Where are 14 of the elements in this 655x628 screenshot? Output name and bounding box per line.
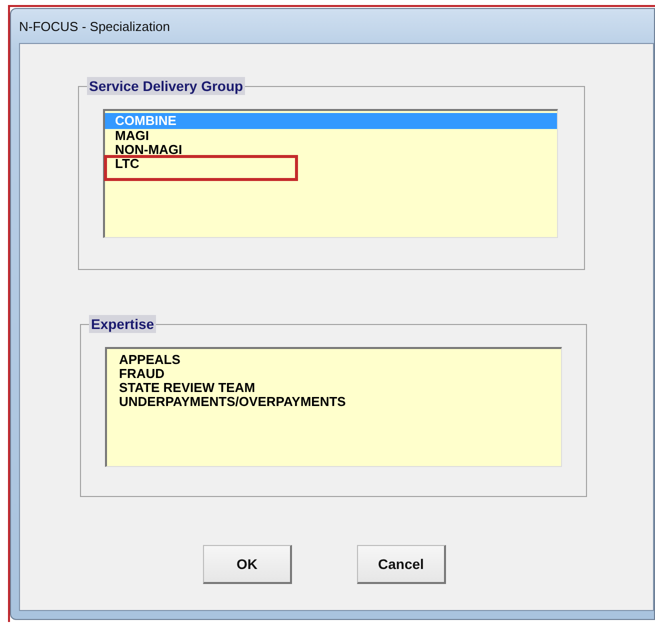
list-item[interactable]: FRAUD: [107, 367, 561, 381]
list-item[interactable]: NON-MAGI: [105, 143, 557, 157]
list-item[interactable]: LTC: [105, 157, 557, 171]
list-item[interactable]: STATE REVIEW TEAM: [107, 381, 561, 395]
ok-button[interactable]: OK: [203, 545, 292, 584]
list-item[interactable]: APPEALS: [107, 353, 561, 367]
group-label: Expertise: [89, 315, 156, 333]
list-box[interactable]: APPEALS FRAUD STATE REVIEW TEAM UNDERPAYMENTS/OVERPAYMENTS: [105, 347, 562, 467]
group-label: Service Delivery Group: [87, 77, 246, 95]
list-box[interactable]: COMBINE MAGI NON-MAGI LTC: [103, 109, 558, 238]
list-item[interactable]: UNDERPAYMENTS/OVERPAYMENTS: [107, 395, 561, 409]
window-title: N-FOCUS - Specialization: [19, 18, 170, 34]
cancel-button[interactable]: Cancel: [357, 545, 446, 584]
list-item[interactable]: MAGI: [105, 129, 557, 143]
